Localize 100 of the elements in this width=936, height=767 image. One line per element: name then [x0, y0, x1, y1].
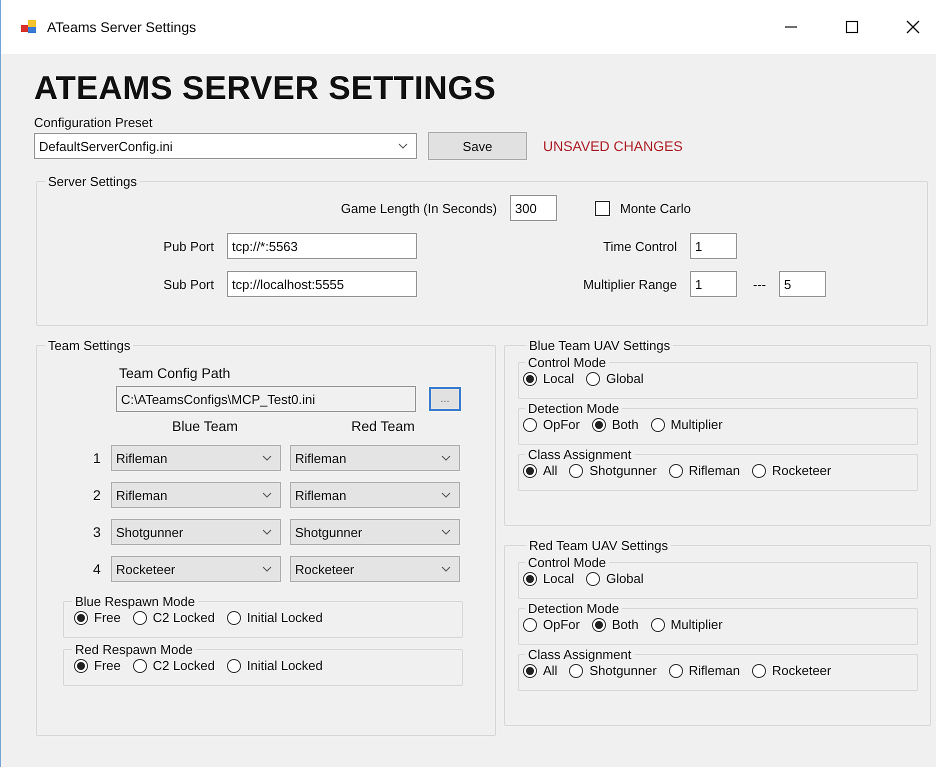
input-field[interactable]: tcp://localhost:5555: [227, 271, 417, 297]
radio-button[interactable]: [752, 664, 766, 678]
radio-button[interactable]: [586, 572, 600, 586]
class-dropdown[interactable]: Shotgunner: [111, 519, 281, 545]
chevron-down-icon: [441, 566, 451, 572]
group-title: Detection Mode: [527, 401, 620, 416]
group-title: Red Team UAV Settings: [528, 538, 669, 553]
field-label: Team Config Path: [119, 365, 232, 381]
page-heading: ATEAMS SERVER SETTINGS: [34, 68, 496, 108]
chevron-down-icon: [441, 455, 451, 461]
input-field[interactable]: tcp://*:5563: [227, 233, 417, 259]
radio-button[interactable]: [586, 372, 600, 386]
radio-button[interactable]: [668, 664, 683, 678]
slot-number: 3: [93, 524, 102, 540]
input-field[interactable]: 1: [690, 233, 737, 259]
radio-button[interactable]: [569, 464, 584, 478]
radio-label: Global: [606, 571, 644, 586]
radio-button[interactable]: [650, 418, 665, 432]
radio-label: Multiplier: [670, 417, 723, 432]
radio-button[interactable]: [752, 464, 766, 478]
radio-label: Rifleman: [688, 663, 740, 678]
field-label: Game Length (In Seconds): [340, 200, 497, 216]
radio-label: Rifleman: [688, 463, 740, 478]
field-label: Multiplier Range: [582, 276, 677, 292]
class-dropdown[interactable]: Rifleman: [111, 482, 281, 508]
input-field[interactable]: 5: [779, 271, 826, 297]
save-button[interactable]: Save: [428, 132, 527, 160]
field-label: Sub Port: [162, 276, 214, 292]
field-label: Pub Port: [162, 238, 214, 254]
input-field[interactable]: 300: [510, 195, 557, 221]
class-dropdown[interactable]: Rocketeer: [111, 556, 281, 582]
class-dropdown[interactable]: Rifleman: [290, 445, 460, 471]
radio-button[interactable]: [132, 658, 147, 672]
field-label: Time Control: [602, 238, 677, 254]
group-title: Server Settings: [47, 174, 138, 189]
radio-label: Initial Locked: [246, 658, 323, 673]
column-header: Blue Team: [171, 418, 239, 434]
window-title: ATeams Server Settings: [47, 19, 196, 35]
radio-label: Shotgunner: [589, 663, 657, 678]
group-title: Control Mode: [527, 355, 608, 370]
browse-button[interactable]: ...: [429, 387, 461, 411]
radio-label: Local: [543, 571, 574, 586]
radio-label: Rocketeer: [772, 663, 832, 678]
group-title: Control Mode: [527, 555, 608, 570]
radio-label: Free: [94, 610, 121, 625]
radio-button[interactable]: [523, 372, 537, 386]
radio-label: OpFor: [543, 617, 580, 632]
radio-button[interactable]: [650, 618, 665, 632]
slot-number: 2: [93, 487, 102, 503]
class-dropdown[interactable]: Rifleman: [290, 482, 460, 508]
slot-number: 4: [93, 561, 102, 577]
radio-label: C2 Locked: [152, 610, 215, 625]
radio-label: Both: [612, 617, 639, 632]
chevron-down-icon: [441, 492, 451, 498]
radio-button[interactable]: [592, 618, 606, 632]
input-field[interactable]: 1: [690, 271, 737, 297]
chevron-down-icon: [262, 566, 272, 572]
slot-number: 1: [93, 450, 102, 466]
preset-dropdown[interactable]: DefaultServerConfig.ini: [34, 133, 417, 159]
checkbox-label: Monte Carlo: [620, 200, 691, 216]
radio-button[interactable]: [592, 418, 606, 432]
radio-button[interactable]: [523, 418, 537, 432]
group-title: Blue Respawn Mode: [74, 594, 196, 609]
radio-button[interactable]: [523, 464, 537, 478]
radio-button[interactable]: [132, 610, 147, 624]
app-icon: [21, 20, 37, 34]
radio-button[interactable]: [226, 658, 241, 672]
radio-label: Global: [606, 371, 644, 386]
radio-button[interactable]: [74, 610, 88, 624]
field-label: Configuration Preset: [34, 115, 154, 130]
radio-button[interactable]: [523, 572, 537, 586]
radio-button[interactable]: [74, 658, 88, 672]
group-title: Detection Mode: [527, 601, 620, 616]
class-dropdown[interactable]: Shotgunner: [290, 519, 460, 545]
radio-label: All: [543, 463, 558, 478]
radio-label: C2 Locked: [152, 658, 215, 673]
status-message: UNSAVED CHANGES: [543, 138, 683, 154]
radio-button[interactable]: [523, 618, 537, 632]
class-dropdown[interactable]: Rifleman: [111, 445, 281, 471]
radio-label: Both: [612, 417, 639, 432]
radio-button[interactable]: [668, 464, 683, 478]
radio-label: Shotgunner: [589, 463, 657, 478]
checkbox[interactable]: [595, 200, 610, 216]
radio-button[interactable]: [523, 664, 537, 678]
chevron-down-icon: [262, 529, 272, 535]
chevron-down-icon: [398, 143, 408, 149]
radio-label: Rocketeer: [772, 463, 832, 478]
maximize-icon[interactable]: [845, 20, 859, 34]
radio-label: Multiplier: [670, 617, 723, 632]
group-title: Team Settings: [47, 338, 132, 353]
range-separator: ---: [753, 276, 766, 292]
radio-label: All: [543, 663, 558, 678]
radio-button[interactable]: [569, 664, 584, 678]
radio-button[interactable]: [226, 610, 241, 624]
close-icon[interactable]: [906, 20, 920, 34]
radio-label: OpFor: [543, 417, 580, 432]
input-field[interactable]: C:\ATeamsConfigs\MCP_Test0.ini: [116, 386, 416, 412]
class-dropdown[interactable]: Rocketeer: [290, 556, 460, 582]
group-title: Class Assignment: [527, 647, 632, 662]
radio-label: Local: [543, 371, 574, 386]
